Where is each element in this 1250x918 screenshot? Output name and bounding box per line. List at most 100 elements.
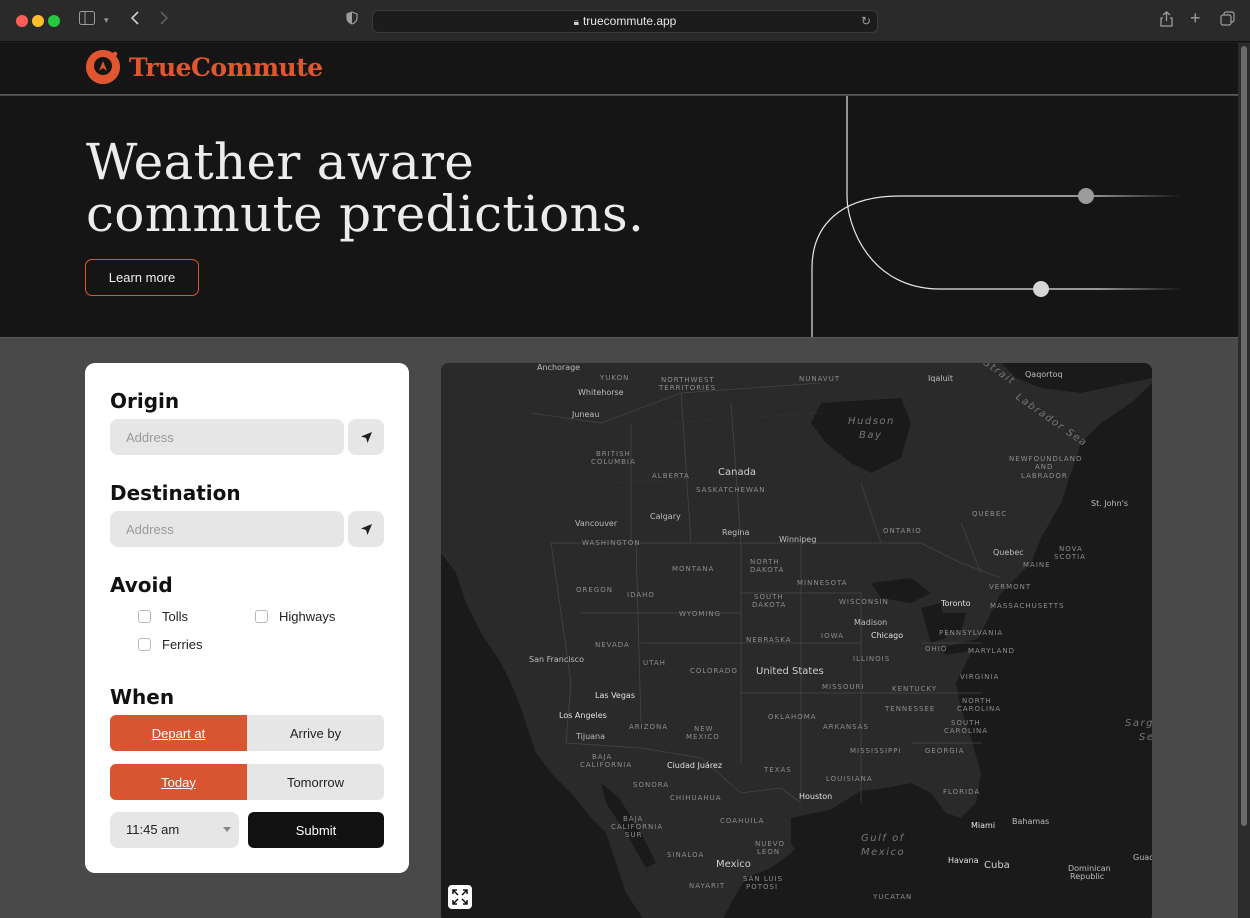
map-label: VIRGINIA [960, 673, 1000, 681]
avoid-tolls-option[interactable]: Tolls [138, 609, 188, 624]
map-label: NEVADA [595, 641, 630, 649]
destination-locate-button[interactable] [348, 511, 384, 547]
map-label: COLUMBIA [591, 458, 636, 466]
map-label: ALBERTA [652, 472, 690, 480]
map-label: Bahamas [1012, 817, 1050, 826]
map-label: NORTH [962, 697, 992, 705]
map-label: OKLAHOMA [768, 713, 817, 721]
map-label: Ciudad Juárez [667, 761, 723, 770]
avoid-heading: Avoid [110, 573, 173, 597]
map-label: NUEVO [755, 840, 785, 848]
map-label: Mexico [716, 859, 751, 870]
map-label: Madison [854, 618, 888, 627]
map-label: Quebec [993, 548, 1024, 557]
map-label: United States [756, 666, 824, 677]
map-label: NEBRASKA [746, 636, 792, 644]
tomorrow-option[interactable]: Tomorrow [247, 764, 384, 800]
map-label: Winnipeg [779, 535, 817, 544]
map-label: WYOMING [679, 610, 722, 618]
map-label: SONORA [633, 781, 670, 789]
map-label: Los Angeles [559, 711, 607, 720]
avoid-ferries-option[interactable]: Ferries [138, 637, 202, 652]
map-label: COLORADO [690, 667, 738, 675]
map-label: MONTANA [672, 565, 715, 573]
today-option[interactable]: Today [110, 764, 247, 800]
close-window-button[interactable] [16, 15, 28, 27]
lock-icon: 🔒︎ [573, 17, 579, 28]
forward-icon[interactable] [159, 11, 169, 29]
map-label: Qaqortoq [1025, 370, 1063, 379]
map-label: NEW [694, 725, 714, 733]
ferries-checkbox[interactable] [138, 638, 151, 651]
fullscreen-button[interactable] [448, 885, 472, 909]
map-label: MINNESOTA [797, 579, 848, 587]
scrollbar-thumb[interactable] [1241, 46, 1247, 826]
dropdown-caret-icon [223, 827, 231, 832]
map-label: ILLINOIS [853, 655, 891, 663]
depart-arrive-toggle: Depart at Arrive by [110, 715, 384, 751]
map-label: Gulf of [861, 833, 905, 844]
zoom-window-button[interactable] [48, 15, 60, 27]
map-label: Republic [1070, 872, 1105, 881]
origin-locate-button[interactable] [348, 419, 384, 455]
map-label: VERMONT [989, 583, 1032, 591]
avoid-highways-option[interactable]: Highways [255, 609, 335, 624]
map-label: MARYLAND [968, 647, 1015, 655]
time-select[interactable]: 11:45 am [110, 812, 239, 848]
location-arrow-icon [360, 431, 372, 443]
page-scrollbar[interactable] [1238, 43, 1250, 918]
map-label: WISCONSIN [839, 598, 889, 606]
site-header: TrueCommute [0, 43, 1238, 95]
origin-address-input[interactable] [110, 419, 344, 455]
logo-mark-icon [86, 50, 120, 84]
submit-button[interactable]: Submit [248, 812, 384, 848]
map-label: MISSOURI [822, 683, 865, 691]
reload-icon[interactable]: ↻ [861, 11, 871, 32]
brand-logo[interactable]: TrueCommute [86, 50, 323, 84]
map-label: Mexico [861, 847, 906, 858]
tolls-checkbox[interactable] [138, 610, 151, 623]
map-label: Houston [799, 792, 833, 801]
map-label: San Francisco [529, 655, 584, 664]
map-label: SOUTH [951, 719, 981, 727]
map-label: Anchorage [537, 363, 581, 372]
map-label: CHIHUAHUA [670, 794, 722, 802]
map-label: POTOSI [746, 883, 779, 891]
hero-section: Weather aware commute predictions. Learn… [0, 96, 1238, 338]
destination-address-input[interactable] [110, 511, 344, 547]
map-label: St. John's [1091, 499, 1129, 508]
privacy-shield-icon[interactable] [346, 11, 358, 29]
sidebar-toggle-icon[interactable] [79, 11, 95, 29]
minimize-window-button[interactable] [32, 15, 44, 27]
map-label: Se [1139, 732, 1152, 743]
map-label: NEWFOUNDLAND [1009, 455, 1083, 463]
back-icon[interactable] [130, 11, 140, 29]
day-toggle: Today Tomorrow [110, 764, 384, 800]
web-page: TrueCommute Weather aware commute predic… [0, 43, 1238, 918]
map-label: Havana [948, 856, 979, 865]
map-label: Guad [1133, 853, 1152, 862]
address-bar[interactable]: 🔒︎ truecommute.app ↻ [372, 10, 878, 33]
new-tab-icon[interactable]: + [1190, 9, 1201, 27]
map-label: SINALOA [667, 851, 705, 859]
map-label: OREGON [576, 586, 613, 594]
map-label: TEXAS [764, 766, 792, 774]
chevron-down-icon[interactable]: ▾ [104, 11, 109, 29]
map-basemap [441, 363, 1152, 918]
map-label: NORTHWEST [661, 376, 715, 384]
map-label: ARIZONA [629, 723, 669, 731]
share-icon[interactable] [1160, 11, 1173, 31]
location-arrow-icon [360, 523, 372, 535]
arrive-by-option[interactable]: Arrive by [247, 715, 384, 751]
learn-more-button[interactable]: Learn more [85, 259, 199, 296]
map-view[interactable]: Anchorage YUKON NORTHWEST TERRITORIES NU… [441, 363, 1152, 918]
highways-checkbox[interactable] [255, 610, 268, 623]
depart-at-option[interactable]: Depart at [110, 715, 247, 751]
map-label: SOUTH [754, 593, 784, 601]
map-label: BAJA [592, 753, 613, 761]
map-label: AND [1035, 463, 1054, 471]
highways-label: Highways [279, 609, 336, 624]
map-label: NOVA [1059, 545, 1083, 553]
tab-overview-icon[interactable] [1220, 11, 1235, 30]
map-label: LOUISIANA [826, 775, 873, 783]
